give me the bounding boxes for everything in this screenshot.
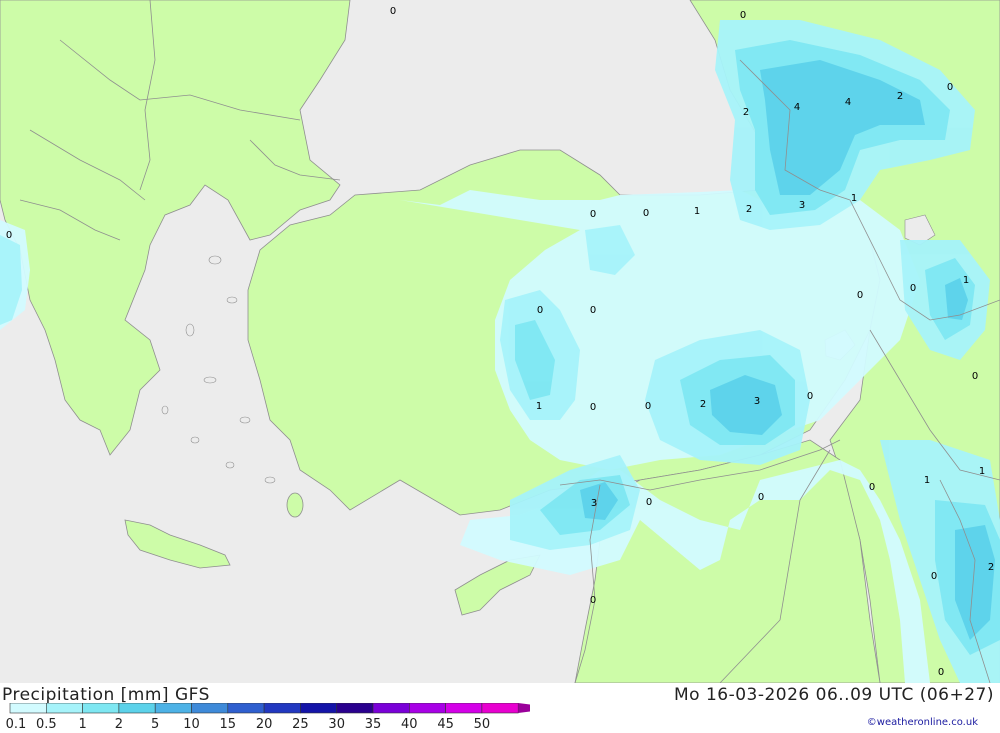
precip-value: 0 [857, 290, 863, 301]
precip-value: 1 [851, 193, 857, 204]
precip-value: 0 [972, 371, 978, 382]
precip-value: 0 [740, 10, 746, 21]
precip-value: 4 [845, 97, 851, 108]
precip-legend: 0.1 0.5 1 2 5 10 15 20 25 30 35 40 45 50 [6, 703, 530, 732]
precip-value: 0 [947, 82, 953, 93]
credit-link[interactable]: ©weatheronline.co.uk [867, 717, 978, 728]
precip-value: 0 [645, 401, 651, 412]
precip-value: 0 [646, 497, 652, 508]
map-title: Precipitation [mm] GFS [2, 685, 210, 705]
precip-value: 1 [979, 466, 985, 477]
legend-label: 45 [437, 717, 454, 732]
legend-swatch [372, 703, 410, 714]
legend-swatch [154, 703, 192, 714]
legend-swatch [481, 703, 519, 714]
precip-value: 0 [643, 208, 649, 219]
precip-value: 3 [591, 498, 597, 509]
precip-value: 3 [799, 200, 805, 211]
legend-swatch [445, 703, 483, 714]
precip-value: 0 [758, 492, 764, 503]
legend-label: 2 [115, 717, 123, 732]
precip-value: 0 [390, 6, 396, 17]
valid-time: Mo 16-03-2026 06..09 UTC (06+27) [673, 685, 994, 705]
legend-arrow [518, 703, 530, 713]
precip-value: 2 [743, 107, 749, 118]
precip-value: 0 [537, 305, 543, 316]
land-rhodes [286, 492, 304, 518]
precip-value: 0 [869, 482, 875, 493]
precip-value: 0 [807, 391, 813, 402]
legend-swatch [82, 703, 120, 714]
legend-swatch [227, 703, 265, 714]
precip-value: 0 [590, 595, 596, 606]
legend-swatch [300, 703, 337, 714]
precip-value: 0 [590, 305, 596, 316]
legend-label: 25 [292, 717, 309, 732]
precip-value: 1 [963, 275, 969, 286]
precip-value: 1 [694, 206, 700, 217]
legend-label: 30 [328, 717, 345, 732]
precip-value: 0 [6, 230, 12, 241]
precip-value: 2 [988, 562, 994, 573]
precip-value: 1 [924, 475, 930, 486]
precipitation-map: 0 0 0 2 4 4 2 0 0 0 1 2 3 1 0 0 0 1 0 0 … [0, 0, 1000, 683]
legend-label: 40 [401, 717, 418, 732]
legend-label: 0.5 [36, 717, 57, 732]
legend-label: 35 [365, 717, 382, 732]
precip-value: 0 [910, 283, 916, 294]
precip-value: 3 [754, 396, 760, 407]
precip-value: 0 [590, 402, 596, 413]
legend-swatch [408, 703, 446, 714]
precip-value: 1 [536, 401, 542, 412]
precip-value: 0 [938, 667, 944, 678]
legend-swatch [45, 703, 83, 714]
precip-value: 0 [590, 209, 596, 220]
legend-swatch [336, 703, 374, 714]
legend-label: 10 [183, 717, 200, 732]
precip-value: 4 [794, 102, 800, 113]
legend-label: 50 [474, 717, 491, 732]
legend-label: 15 [220, 717, 237, 732]
map-footer: Precipitation [mm] GFS Mo 16-03-2026 06.… [0, 683, 1000, 733]
legend-label: 20 [256, 717, 273, 732]
precip-value: 2 [700, 399, 706, 410]
precip-value: 2 [746, 204, 752, 215]
legend-label: 5 [151, 717, 159, 732]
precip-value: 2 [897, 91, 903, 102]
legend-label: 0.1 [6, 717, 27, 732]
legend-label: 1 [78, 717, 86, 732]
legend-swatch [263, 703, 301, 714]
legend-swatch [118, 703, 156, 714]
legend-swatch [9, 703, 47, 714]
legend-swatch [191, 703, 229, 714]
precip-value: 0 [931, 571, 937, 582]
